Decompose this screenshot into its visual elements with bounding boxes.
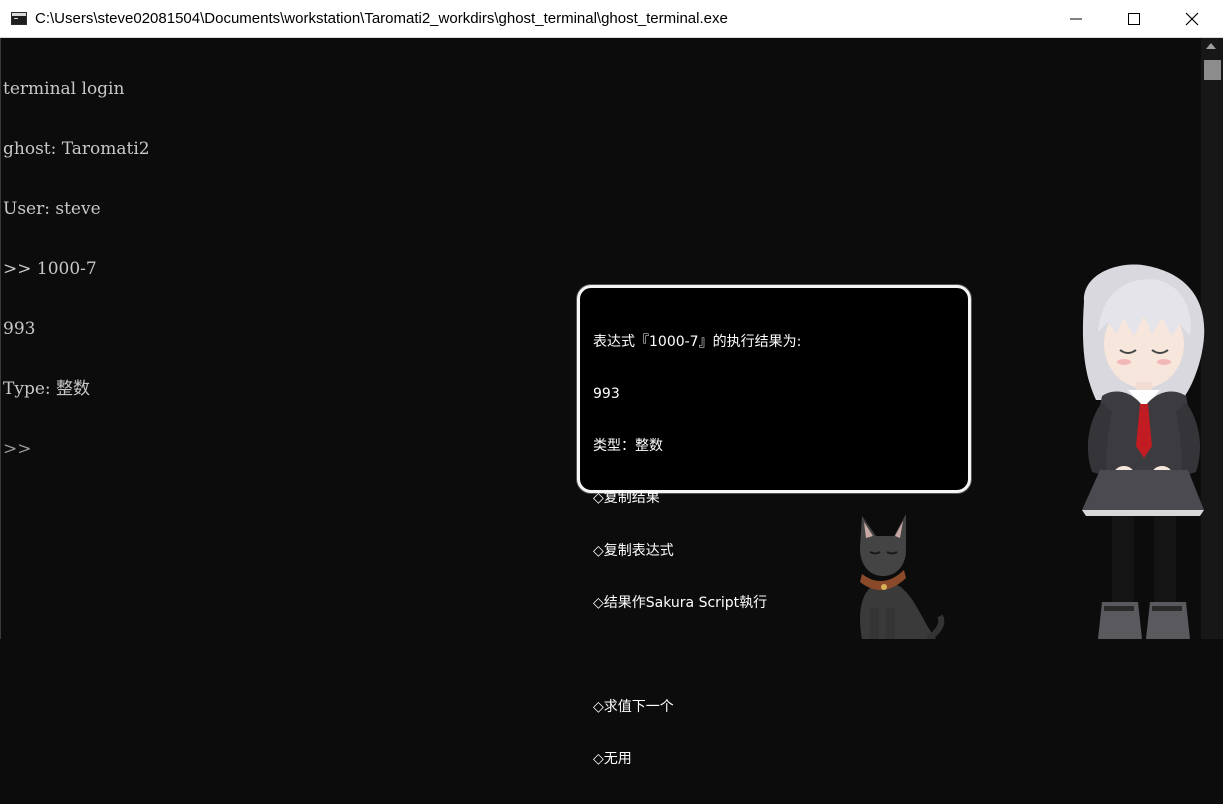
console-line: 993 — [3, 319, 36, 339]
close-icon — [1185, 12, 1199, 26]
window-title: C:\Users\steve02081504\Documents\worksta… — [35, 10, 728, 27]
close-button[interactable] — [1163, 0, 1221, 38]
console-line: User: steve — [3, 199, 101, 219]
console-line: terminal login — [3, 79, 125, 99]
choice-evaluate-next[interactable]: ◇求值下一个 — [593, 699, 801, 716]
choice-useless[interactable]: ◇无用 — [593, 751, 801, 768]
scroll-up-arrow-icon[interactable] — [1206, 43, 1216, 49]
minimize-button[interactable] — [1047, 0, 1105, 38]
choice-copy-result[interactable]: ◇复制结果 — [593, 490, 801, 507]
maximize-button[interactable] — [1105, 0, 1163, 38]
console-line: >> 1000-7 — [3, 259, 97, 279]
window-titlebar[interactable]: C:\Users\steve02081504\Documents\worksta… — [0, 0, 1223, 38]
choice-run-as-sakura-script[interactable]: ◇结果作Sakura Script執行 — [593, 595, 801, 612]
balloon-result: 993 — [593, 386, 620, 403]
ghost-speech-balloon: 表达式『1000-7』的执行结果为: 993 类型：整数 ◇复制结果 ◇复制表达… — [577, 285, 971, 767]
balloon-header: 表达式『1000-7』的执行结果为: — [593, 333, 802, 350]
balloon-type: 类型：整数 — [593, 438, 663, 455]
minimize-icon — [1070, 18, 1082, 20]
input-prompt[interactable]: >> — [3, 439, 150, 459]
choice-copy-expression[interactable]: ◇复制表达式 — [593, 543, 801, 560]
scroll-thumb[interactable] — [1204, 60, 1221, 80]
console-line: Type: 整数 — [3, 379, 91, 399]
cat-character-image[interactable] — [840, 508, 950, 639]
ghost-girl-character-image[interactable] — [1062, 262, 1223, 639]
console-line: ghost: Taromati2 — [3, 139, 150, 159]
console-app-icon — [11, 12, 27, 25]
maximize-icon — [1128, 13, 1140, 25]
